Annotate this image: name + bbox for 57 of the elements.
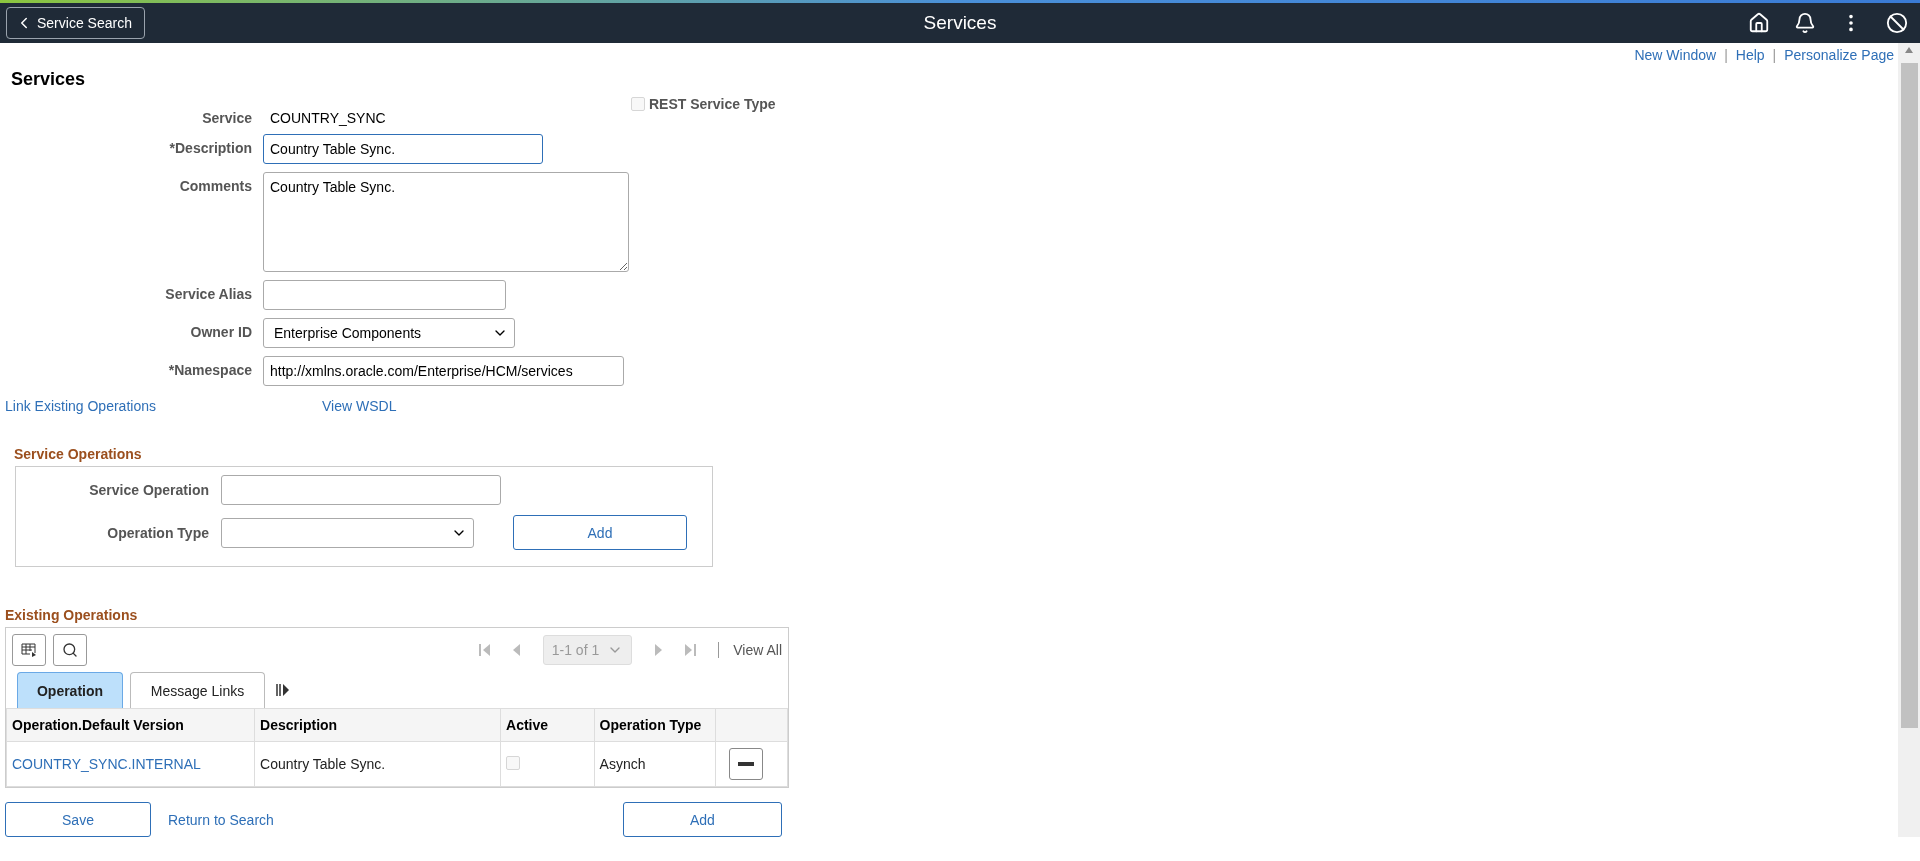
link-separator: | bbox=[1772, 47, 1777, 63]
back-button[interactable]: Service Search bbox=[6, 7, 145, 39]
home-icon[interactable] bbox=[1748, 12, 1770, 34]
checkbox-label: REST Service Type bbox=[649, 96, 776, 112]
field-label: Service bbox=[201, 109, 252, 126]
top-link[interactable]: Help bbox=[1735, 47, 1765, 63]
save-button[interactable]: Save bbox=[5, 802, 151, 837]
tab[interactable]: Operation bbox=[17, 672, 123, 708]
table-cell: Asynch bbox=[599, 756, 646, 772]
scroll-up-icon[interactable] bbox=[1905, 47, 1913, 53]
table-settings-icon[interactable] bbox=[12, 634, 46, 666]
last-page-icon[interactable] bbox=[684, 643, 697, 657]
select-field[interactable]: Enterprise Components bbox=[263, 318, 515, 348]
field-label: Service Operation bbox=[88, 482, 209, 498]
field-label: Owner ID bbox=[189, 323, 252, 340]
checkbox[interactable] bbox=[506, 755, 521, 770]
column-header: Operation Type bbox=[594, 708, 716, 742]
input-field[interactable]: http://xmlns.oracle.com/Enterprise/HCM/services bbox=[263, 356, 624, 386]
bell-icon[interactable] bbox=[1794, 12, 1816, 34]
column-header: Operation.Default Version bbox=[6, 708, 255, 742]
header-title: Services bbox=[923, 12, 997, 34]
minus-icon bbox=[738, 762, 755, 766]
field-label: Operation Type bbox=[106, 524, 209, 541]
next-page-icon[interactable] bbox=[654, 643, 663, 657]
page-title: Services bbox=[11, 69, 87, 90]
view-all-link[interactable]: View All bbox=[733, 642, 782, 658]
column-header: Description bbox=[254, 708, 501, 742]
link[interactable]: View WSDL bbox=[322, 398, 397, 414]
link[interactable]: Link Existing Operations bbox=[5, 398, 156, 414]
field-label: Comments bbox=[178, 177, 252, 194]
text-area[interactable]: Country Table Sync. bbox=[263, 172, 629, 272]
scrollbar[interactable] bbox=[1898, 43, 1920, 837]
search-icon[interactable] bbox=[53, 634, 87, 666]
circle-slash-icon[interactable] bbox=[1886, 12, 1908, 34]
column-header: Active bbox=[500, 708, 595, 742]
table-cell: Country Table Sync. bbox=[260, 756, 386, 772]
field-label: Service Alias bbox=[164, 285, 252, 302]
link-separator: | bbox=[1724, 47, 1728, 63]
select-field[interactable] bbox=[221, 517, 474, 548]
field-label: *Description bbox=[168, 139, 252, 156]
section-title: Service Operations bbox=[14, 446, 143, 462]
top-link[interactable]: New Window bbox=[1634, 47, 1717, 63]
show-columns-icon[interactable] bbox=[276, 683, 290, 697]
delete-row-button[interactable] bbox=[729, 748, 764, 780]
field-value: COUNTRY_SYNC bbox=[269, 109, 387, 126]
add-button[interactable]: Add bbox=[622, 802, 782, 837]
field-label: *Namespace bbox=[167, 361, 252, 378]
section-title: Existing Operations bbox=[5, 607, 139, 623]
previous-page-icon[interactable] bbox=[512, 643, 521, 657]
add-button[interactable]: Add bbox=[513, 515, 687, 550]
input-field[interactable] bbox=[221, 475, 501, 505]
top-link[interactable]: Personalize Page bbox=[1784, 47, 1894, 63]
input-field[interactable] bbox=[263, 280, 506, 310]
tab[interactable]: Message Links bbox=[130, 672, 265, 708]
return-link[interactable]: Return to Search bbox=[168, 812, 274, 828]
first-page-icon[interactable] bbox=[478, 643, 491, 657]
input-field[interactable]: Country Table Sync. bbox=[263, 134, 543, 164]
